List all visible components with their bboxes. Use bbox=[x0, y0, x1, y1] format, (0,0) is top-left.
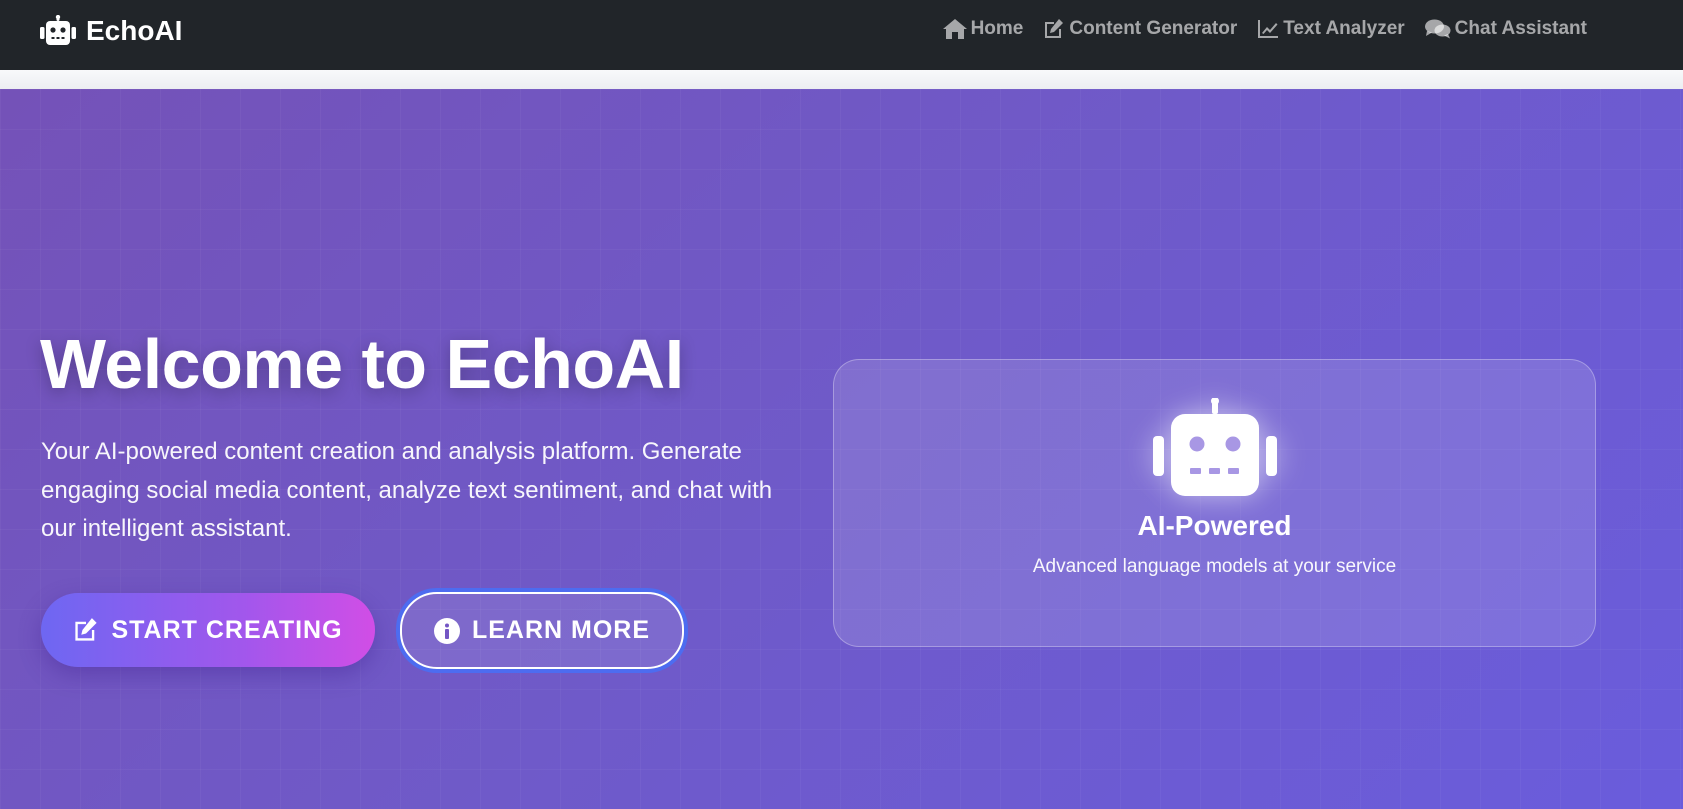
hero-description: Your AI-powered content creation and ana… bbox=[41, 438, 773, 542]
comments-icon bbox=[1424, 19, 1451, 39]
feature-card-subtitle: Advanced language models at your service bbox=[1032, 556, 1397, 577]
nav-home-label: Home bbox=[970, 18, 1024, 39]
hero-section: Welcome to EchoAI Your AI-powered conten… bbox=[0, 89, 1683, 809]
nav-home[interactable]: Home bbox=[942, 18, 1024, 40]
navbar: EchoAI Home Content Generator Text Analy… bbox=[0, 0, 1683, 70]
nav-content-generator-label: Content Generator bbox=[1069, 18, 1238, 39]
info-circle-icon bbox=[433, 617, 460, 644]
brand-name: EchoAI bbox=[86, 15, 183, 46]
nav-chat-assistant[interactable]: Chat Assistant bbox=[1424, 18, 1587, 40]
main-nav: Home Content Generator Text Analyzer Cha… bbox=[942, 18, 1587, 40]
header-divider bbox=[0, 70, 1683, 89]
feature-card-title: AI-Powered bbox=[1137, 510, 1292, 541]
learn-more-button[interactable]: LEARN MORE bbox=[400, 592, 684, 669]
nav-text-analyzer[interactable]: Text Analyzer bbox=[1257, 18, 1405, 40]
feature-card: AI-Powered Advanced language models at y… bbox=[833, 359, 1596, 647]
robot-icon bbox=[40, 15, 76, 45]
nav-text-analyzer-label: Text Analyzer bbox=[1283, 18, 1405, 39]
chart-line-icon bbox=[1258, 20, 1279, 38]
learn-more-label: LEARN MORE bbox=[471, 616, 651, 644]
brand-link[interactable]: EchoAI bbox=[40, 14, 182, 48]
start-creating-button[interactable]: START CREATING bbox=[41, 593, 375, 667]
hero-title: Welcome to EchoAI bbox=[40, 325, 684, 403]
edit-icon bbox=[1045, 19, 1064, 38]
home-icon bbox=[942, 19, 967, 39]
edit-icon bbox=[75, 618, 98, 641]
nav-chat-assistant-label: Chat Assistant bbox=[1454, 18, 1587, 39]
robot-icon bbox=[1152, 398, 1277, 496]
start-creating-label: START CREATING bbox=[111, 615, 343, 644]
nav-content-generator[interactable]: Content Generator bbox=[1043, 18, 1237, 40]
